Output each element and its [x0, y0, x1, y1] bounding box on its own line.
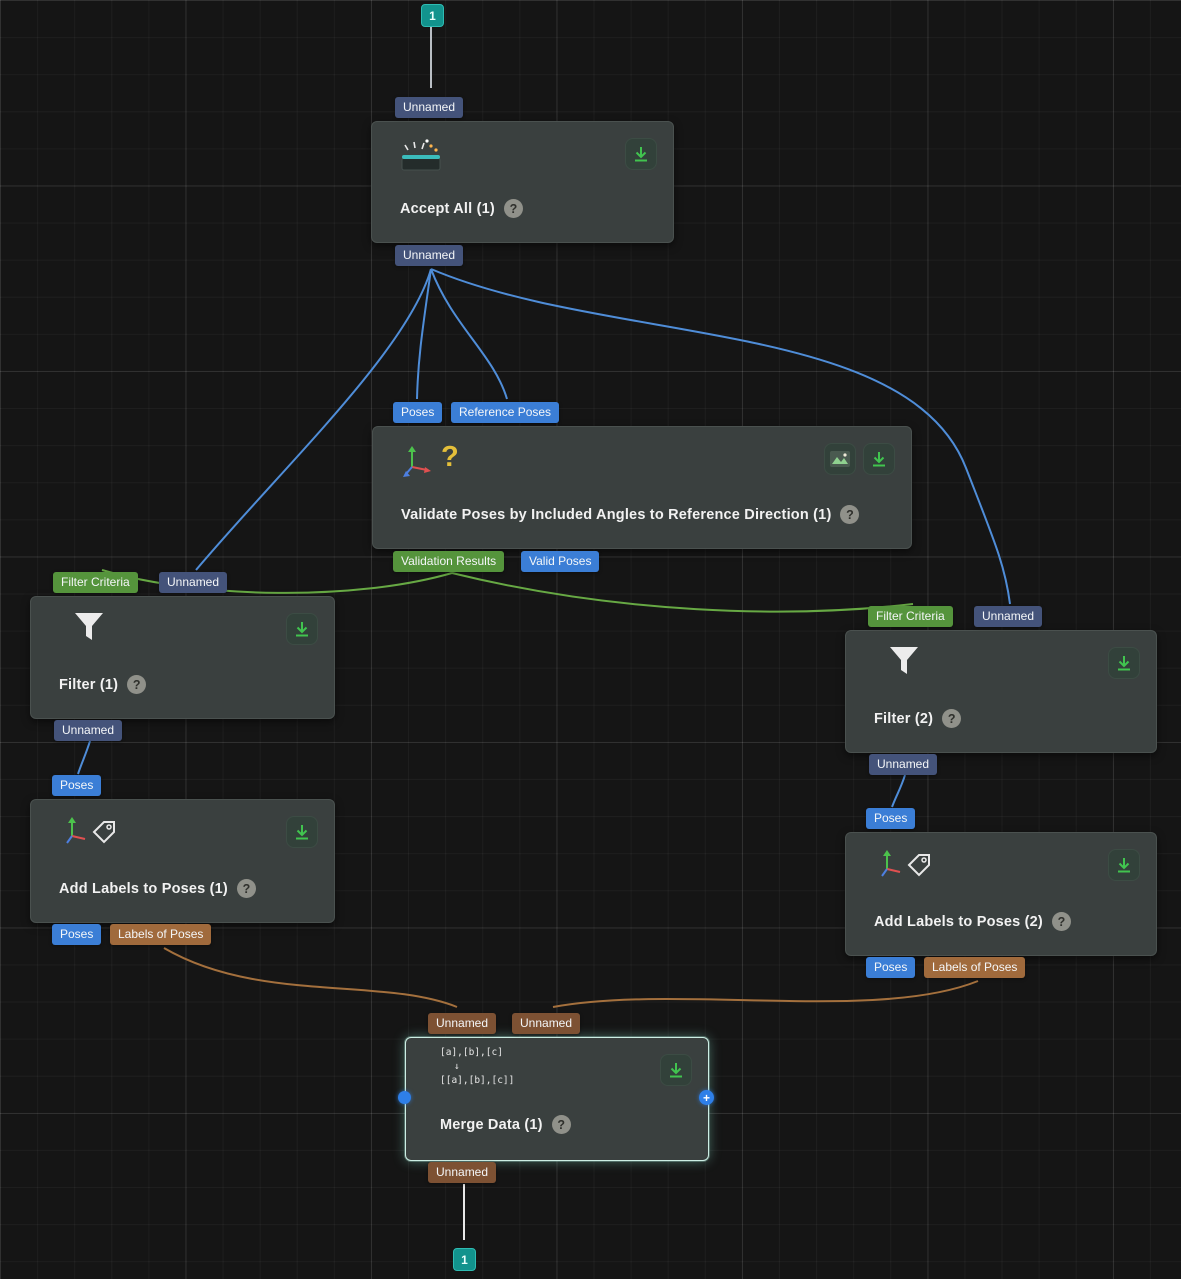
port-filter1-out-unnamed[interactable]: Unnamed — [54, 720, 122, 741]
node-title: Validate Poses by Included Angles to Ref… — [401, 507, 831, 523]
node-merge-data[interactable]: [a],[b],[c] ↓ [[a],[b],[c]] Merge Data (… — [405, 1037, 709, 1161]
edge-accept-all-to-validate-reference-poses[interactable] — [431, 269, 507, 399]
port-add-labels1-out-labels[interactable]: Labels of Poses — [110, 924, 211, 945]
port-accept-all-out-unnamed[interactable]: Unnamed — [395, 245, 463, 266]
flow-end-marker[interactable]: 1 — [453, 1248, 476, 1271]
port-filter2-out-unnamed[interactable]: Unnamed — [869, 754, 937, 775]
emitter-icon — [398, 136, 450, 179]
port-accept-all-in-unnamed[interactable]: Unnamed — [395, 97, 463, 118]
node-title: Filter (2) — [874, 711, 933, 727]
add-port-handle-right[interactable]: + — [699, 1090, 714, 1105]
help-icon[interactable]: ? — [840, 505, 859, 524]
procedure-out-button[interactable] — [1108, 647, 1140, 679]
edge-filter2-to-add-labels2-poses[interactable] — [892, 775, 905, 807]
port-filter1-in-unnamed[interactable]: Unnamed — [159, 572, 227, 593]
pose-axes-icon: ? — [401, 443, 459, 477]
connection-handle-left[interactable] — [398, 1091, 411, 1104]
help-icon[interactable]: ? — [127, 675, 146, 694]
help-icon[interactable]: ? — [552, 1115, 571, 1134]
help-icon[interactable]: ? — [942, 709, 961, 728]
funnel-icon — [73, 611, 105, 650]
node-filter2[interactable]: Filter (2) ? — [845, 630, 1157, 753]
help-icon[interactable]: ? — [1052, 912, 1071, 931]
node-graph-canvas[interactable]: 1 1 Unnamed Accept All (1) ? Un — [0, 0, 1181, 1279]
node-title: Accept All (1) — [400, 201, 495, 217]
flow-start-marker[interactable]: 1 — [421, 4, 444, 27]
help-icon[interactable]: ? — [237, 879, 256, 898]
edge-validation-results-to-filter1-criteria[interactable] — [102, 570, 452, 593]
port-merge-in-unnamed-2[interactable]: Unnamed — [512, 1013, 580, 1034]
port-merge-out-unnamed[interactable]: Unnamed — [428, 1162, 496, 1183]
node-validate-poses[interactable]: ? Validate Poses by Included Angles to R… — [372, 426, 912, 549]
port-validate-out-valid-poses[interactable]: Valid Poses — [521, 551, 599, 572]
port-validate-out-validation-results[interactable]: Validation Results — [393, 551, 504, 572]
port-filter1-in-filter-criteria[interactable]: Filter Criteria — [53, 572, 138, 593]
axes-tag-icon — [876, 847, 932, 890]
node-title: Filter (1) — [59, 677, 118, 693]
edge-filter1-to-add-labels1-poses[interactable] — [78, 741, 90, 774]
port-validate-in-poses[interactable]: Poses — [393, 402, 442, 423]
node-title: Add Labels to Poses (1) — [59, 881, 228, 897]
node-title: Merge Data (1) — [440, 1117, 543, 1133]
node-add-labels2[interactable]: Add Labels to Poses (2) ? — [845, 832, 1157, 956]
edge-add-labels1-to-merge-in1[interactable] — [164, 948, 457, 1007]
axes-tag-icon — [61, 814, 117, 857]
port-add-labels2-out-poses[interactable]: Poses — [866, 957, 915, 978]
node-filter1[interactable]: Filter (1) ? — [30, 596, 335, 719]
node-accept-all[interactable]: Accept All (1) ? — [371, 121, 674, 243]
procedure-out-button[interactable] — [660, 1054, 692, 1086]
procedure-out-button[interactable] — [1108, 849, 1140, 881]
port-validate-in-reference-poses[interactable]: Reference Poses — [451, 402, 559, 423]
edge-add-labels2-to-merge-in2[interactable] — [553, 981, 978, 1007]
edge-validation-results-to-filter2-criteria[interactable] — [452, 573, 913, 612]
node-title: Add Labels to Poses (2) — [874, 914, 1043, 930]
pose-visualization-button[interactable] — [824, 443, 856, 475]
port-filter2-in-filter-criteria[interactable]: Filter Criteria — [868, 606, 953, 627]
port-add-labels1-out-poses[interactable]: Poses — [52, 924, 101, 945]
procedure-out-button[interactable] — [286, 816, 318, 848]
merge-icon: [a],[b],[c] ↓ [[a],[b],[c]] — [440, 1046, 514, 1088]
procedure-out-button[interactable] — [863, 443, 895, 475]
help-icon[interactable]: ? — [504, 199, 523, 218]
procedure-out-button[interactable] — [286, 613, 318, 645]
funnel-icon — [888, 645, 920, 684]
port-filter2-in-unnamed[interactable]: Unnamed — [974, 606, 1042, 627]
port-add-labels2-out-labels[interactable]: Labels of Poses — [924, 957, 1025, 978]
node-add-labels1[interactable]: Add Labels to Poses (1) ? — [30, 799, 335, 923]
question-glyph: ? — [441, 443, 459, 472]
port-add-labels2-in-poses[interactable]: Poses — [866, 808, 915, 829]
procedure-out-button[interactable] — [625, 138, 657, 170]
port-merge-in-unnamed-1[interactable]: Unnamed — [428, 1013, 496, 1034]
port-add-labels1-in-poses[interactable]: Poses — [52, 775, 101, 796]
